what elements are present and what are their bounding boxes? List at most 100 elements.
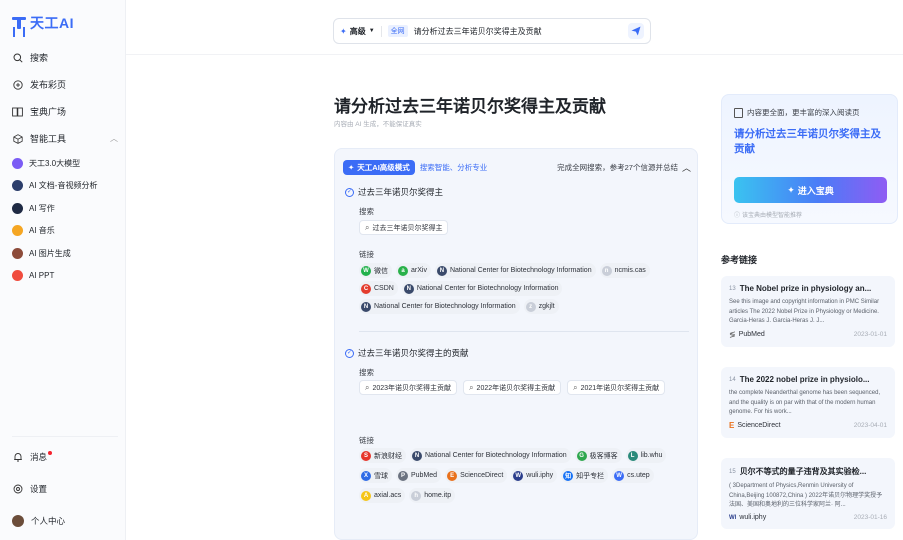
source-link[interactable]: N National Center for Biotechnology Infor… — [359, 299, 520, 314]
web-icon: h — [411, 490, 422, 501]
sidebar-nav: 搜索 发布彩页 宝典广场 智能工具 ︿ — [12, 44, 118, 152]
tool-item[interactable]: AI 写作 — [12, 197, 122, 220]
link-name: 微信 — [374, 267, 388, 275]
logo-icon — [12, 16, 26, 30]
source-link[interactable]: S 新浪财经 — [359, 448, 406, 463]
link-name: 雪球 — [374, 472, 388, 480]
step-title: ✓ 过去三年诺贝尔奖得主 — [345, 186, 443, 198]
link-name: PubMed — [411, 472, 438, 479]
source-link[interactable]: N National Center for Biotechnology Infor… — [410, 448, 571, 463]
search-label: 搜索 — [359, 207, 374, 216]
source-link[interactable]: C CSDN — [359, 281, 398, 296]
source-link[interactable]: W 微信 — [359, 263, 392, 278]
reference-source: wuli.iphy — [739, 514, 767, 521]
source-link[interactable]: 知知乎专栏 — [561, 468, 609, 483]
settings-icon — [12, 484, 23, 495]
chevron-up-icon: ︿ — [681, 162, 691, 173]
sidebar: 天工AI 搜索 发布彩页 宝典广场 智能工具 ︿ 天工3.0大模型 AI 文档-… — [0, 0, 126, 540]
source-link[interactable]: Wwuli.iphy — [511, 468, 558, 483]
search-icon: ⌕ — [365, 382, 370, 392]
source-link[interactable]: Llib.whu — [625, 448, 667, 463]
collapse-toggle[interactable]: 完成全网搜索，参考27个信源并总结 ︿ — [557, 161, 691, 174]
tool-item[interactable]: AI 音乐 — [12, 220, 122, 243]
reference-card[interactable]: 14 The 2022 nobel prize in physiolo... t… — [721, 367, 895, 438]
cube-icon — [12, 133, 23, 144]
source-link[interactable]: P PubMed — [396, 468, 442, 483]
enter-library-button[interactable]: ✦ 进入宝典 — [734, 177, 887, 203]
source-link[interactable]: z zgkjlt — [523, 299, 559, 314]
tool-item[interactable]: AI PPT — [12, 265, 122, 288]
reference-number: 13 — [729, 285, 736, 292]
image-generation-icon — [12, 247, 23, 259]
sciencedirect-icon: E — [447, 470, 458, 481]
search-icon: ⌕ — [469, 382, 474, 392]
link-name: arXiv — [411, 267, 427, 274]
source-link[interactable]: h home.itp — [409, 488, 456, 503]
link-name: 新浪财经 — [374, 452, 402, 460]
reference-number: 15 — [729, 468, 736, 475]
acs-icon: A — [361, 490, 371, 501]
sina-icon: S — [361, 450, 371, 461]
query-chip[interactable]: ⌕ 2021年诺贝尔奖得主贡献 — [567, 380, 666, 395]
source-link[interactable]: X 雪球 — [359, 468, 392, 483]
tool-item[interactable]: AI 图片生成 — [12, 242, 122, 265]
ppt-icon — [12, 270, 23, 282]
search-input[interactable]: 请分析过去三年诺贝尔奖得主及贡献 — [414, 26, 628, 37]
link-name: lib.whu — [640, 452, 663, 459]
tool-label: AI PPT — [29, 271, 55, 281]
links-label: 链接 — [359, 436, 374, 445]
reference-source: ScienceDirect — [737, 422, 781, 429]
sidebar-item-search[interactable]: 搜索 — [12, 44, 118, 71]
query-chip[interactable]: ⌕ 2022年诺贝尔奖得主贡献 — [463, 380, 562, 395]
chevron-up-icon[interactable]: ︿ — [110, 133, 118, 144]
link-name: 知乎专栏 — [576, 472, 605, 480]
source-link[interactable]: N National Center for Biotechnology Infor… — [401, 281, 563, 296]
bell-icon — [12, 452, 23, 463]
source-link[interactable]: G 极客博客 — [574, 448, 622, 463]
sidebar-item-settings[interactable]: 设置 — [12, 473, 118, 505]
link-name: home.itp — [424, 492, 452, 499]
sidebar-item-tools[interactable]: 智能工具 ︿ — [12, 125, 118, 152]
sparkle-icon: ✦ — [787, 184, 795, 195]
query-chip[interactable]: ⌕ 过去三年诺贝尔奖得主 — [359, 220, 449, 235]
search-bar[interactable]: ✦ 高级 ▼ 全网 请分析过去三年诺贝尔奖得主及贡献 — [333, 18, 651, 44]
source-link[interactable]: N National Center for Biotechnology Infor… — [434, 263, 596, 278]
advanced-mode-badge: ✦ 天工AI高级模式 — [343, 159, 415, 175]
source-link[interactable]: Aaxial.acs — [359, 488, 406, 503]
button-label: 进入宝典 — [797, 185, 834, 196]
csdn-icon: C — [361, 283, 371, 294]
query-chips: ⌕ 2023年诺贝尔奖得主贡献 ⌕ 2022年诺贝尔奖得主贡献 ⌕ 2021年诺贝尔奖… — [359, 380, 689, 395]
badge-subtitle: 搜索智能、分析专业 — [419, 162, 488, 172]
note-text: 该宝典由模型智能推荐 — [742, 213, 803, 219]
sidebar-item-messages[interactable]: 消息 — [12, 441, 118, 473]
tool-item[interactable]: 天工3.0大模型 — [12, 152, 122, 175]
source-link[interactable]: a arXiv — [396, 263, 431, 278]
scope-badge[interactable]: 全网 — [387, 25, 408, 37]
send-icon — [631, 26, 641, 36]
reference-title: 贝尔不等式的量子违背及其实验检... — [739, 467, 867, 476]
sidebar-item-label: 个人中心 — [31, 516, 66, 526]
reference-source: PubMed — [738, 331, 765, 338]
mode-selector[interactable]: ✦ 高级 ▼ — [340, 25, 382, 37]
reference-date: 2023-01-16 — [853, 514, 887, 521]
reference-card[interactable]: 13 The Nobel prize in physiology an... S… — [721, 276, 895, 347]
ncbi-icon: N — [412, 450, 422, 461]
sidebar-item-library[interactable]: 宝典广场 — [12, 98, 118, 125]
sidebar-item-profile[interactable]: 个人中心 — [12, 505, 118, 537]
web-icon: n — [601, 265, 612, 276]
reference-date: 2023-04-01 — [853, 422, 887, 429]
logo[interactable]: 天工AI — [12, 13, 74, 33]
tool-item[interactable]: AI 文档-音视频分析 — [12, 175, 122, 198]
search-icon — [12, 52, 23, 63]
sidebar-item-label: 设置 — [30, 484, 48, 494]
source-link[interactable]: Wcs.utep — [612, 468, 654, 483]
query-chip[interactable]: ⌕ 2023年诺贝尔奖得主贡献 — [359, 380, 458, 395]
sidebar-item-publish[interactable]: 发布彩页 — [12, 71, 118, 98]
sidebar-item-label: 发布彩页 — [30, 80, 67, 90]
source-link[interactable]: n ncmis.cas — [599, 263, 650, 278]
reference-card[interactable]: 15 贝尔不等式的量子违背及其实验检... ( 3Department of P… — [721, 458, 895, 529]
source-link[interactable]: E ScienceDirect — [445, 468, 508, 483]
info-icon: ⓘ — [734, 213, 741, 219]
panel-header: ✦ 天工AI高级模式 搜索智能、分析专业 完成全网搜索，参考27个信源并总结 ︿ — [343, 159, 691, 175]
send-button[interactable] — [628, 23, 644, 39]
